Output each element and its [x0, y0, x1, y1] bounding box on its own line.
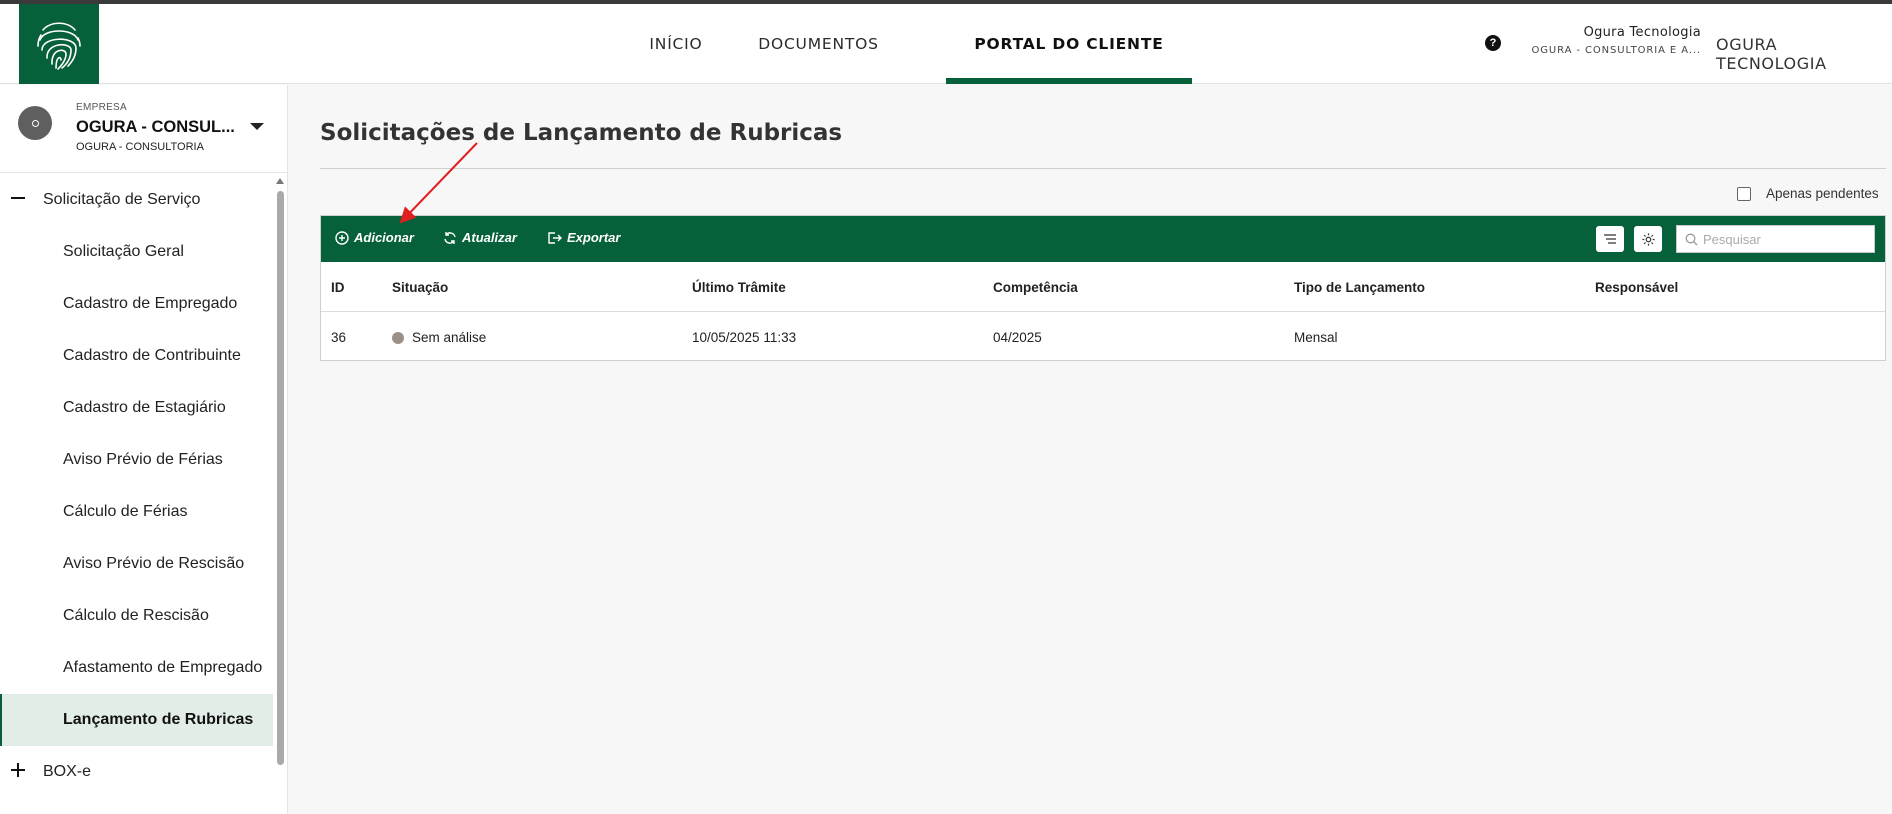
company-selector[interactable]: EMPRESA OGURA - CONSUL... OGURA - CONSUL… [0, 85, 287, 173]
title-divider [320, 168, 1886, 169]
search-input[interactable] [1703, 231, 1863, 247]
user-company: OGURA - CONSULTORIA E A... [1531, 45, 1701, 56]
status-label: Sem análise [412, 330, 487, 345]
column-header-ultimo-tramite[interactable]: Último Trâmite [692, 280, 786, 295]
tenant-name[interactable]: OGURA TECNOLOGIA [1716, 35, 1892, 73]
user-info[interactable]: Ogura Tecnologia OGURA - CONSULTORIA E A… [1532, 25, 1701, 56]
grid-settings-button[interactable] [1634, 226, 1662, 252]
menu-item-cadastro-de-empregado[interactable]: Cadastro de Empregado [0, 278, 273, 330]
refresh-icon [444, 231, 456, 244]
menu-item-afastamento-de-empregado[interactable]: Afastamento de Empregado [0, 642, 273, 694]
column-header-competencia[interactable]: Competência [993, 280, 1078, 295]
menu-group-solicitacao-de-servico[interactable]: Solicitação de Serviço [0, 174, 273, 226]
cell-last-step: 10/05/2025 11:33 [692, 330, 797, 345]
menu-item-cadastro-de-estagiario[interactable]: Cadastro de Estagiário [0, 382, 273, 434]
pending-only-label: Apenas pendentes [1766, 186, 1879, 201]
status-dot-icon [392, 331, 404, 344]
table-header: ID Situação Último Trâmite Competência T… [321, 262, 1885, 312]
menu-item-aviso-previo-de-rescisao[interactable]: Aviso Prévio de Rescisão [0, 538, 273, 590]
menu-item-cadastro-de-contribuinte[interactable]: Cadastro de Contribuinte [0, 330, 273, 382]
cell-period: 04/2025 [993, 330, 1042, 345]
menu-item-calculo-de-rescisao[interactable]: Cálculo de Rescisão [0, 590, 273, 642]
collapse-minus-icon[interactable] [11, 191, 25, 205]
menu-item-lancamento-de-rubricas[interactable]: Lançamento de Rubricas [0, 694, 273, 746]
pending-only-filter[interactable]: Apenas pendentes [1737, 186, 1879, 201]
cell-status: Sem análise [392, 330, 486, 345]
expand-plus-icon[interactable] [11, 763, 25, 777]
gear-icon [1641, 232, 1655, 246]
column-header-tipo-de-lancamento[interactable]: Tipo de Lançamento [1294, 280, 1425, 295]
export-button-label: Exportar [567, 230, 621, 245]
export-button[interactable]: Exportar [547, 230, 620, 245]
company-avatar [18, 106, 52, 140]
column-header-situacao[interactable]: Situação [392, 280, 448, 295]
nav-portal-do-cliente[interactable]: PORTAL DO CLIENTE [946, 4, 1192, 84]
cell-type: Mensal [1294, 330, 1338, 345]
menu-group-label: Solicitação de Serviço [43, 191, 201, 208]
add-button[interactable]: Adicionar [335, 230, 414, 245]
menu-item-calculo-de-ferias[interactable]: Cálculo de Férias [0, 486, 273, 538]
company-name: OGURA - CONSUL... [76, 118, 235, 136]
fingerprint-logo-icon[interactable] [19, 4, 99, 84]
sidebar-scrollbar[interactable] [277, 191, 284, 765]
sidebar: EMPRESA OGURA - CONSUL... OGURA - CONSUL… [0, 85, 288, 814]
column-header-id[interactable]: ID [331, 280, 345, 295]
menu-item-aviso-previo-de-ferias[interactable]: Aviso Prévio de Férias [0, 434, 273, 486]
menu-group-box-e[interactable]: BOX-e [0, 746, 273, 798]
refresh-button[interactable]: Atualizar [443, 230, 517, 245]
refresh-button-label: Atualizar [462, 230, 517, 245]
table-row[interactable]: 36 Sem análise 10/05/2025 11:33 04/2025 … [321, 313, 1885, 361]
top-header: INÍCIO DOCUMENTOS PORTAL DO CLIENTE ? Og… [0, 4, 1892, 84]
plus-circle-icon [335, 230, 349, 245]
export-icon [548, 231, 562, 244]
menu-group-label: BOX-e [43, 763, 92, 780]
help-icon[interactable]: ? [1485, 35, 1501, 51]
grid-search-box[interactable] [1676, 225, 1875, 253]
grid-toolbar: Adicionar Atualizar Exportar [321, 216, 1885, 262]
column-list-button[interactable] [1596, 226, 1624, 252]
nav-documentos[interactable]: DOCUMENTOS [736, 4, 901, 84]
pending-only-checkbox[interactable] [1737, 186, 1751, 201]
scroll-up-arrow-icon[interactable] [276, 178, 284, 184]
caret-down-icon[interactable] [250, 123, 264, 130]
user-name: Ogura Tecnologia [1583, 25, 1701, 40]
search-icon [1685, 233, 1698, 245]
list-lines-icon [1604, 234, 1616, 244]
column-header-responsavel[interactable]: Responsável [1595, 280, 1678, 295]
menu-item-solicitacao-geral[interactable]: Solicitação Geral [0, 226, 273, 278]
company-eyebrow: EMPRESA [76, 102, 128, 113]
requests-grid: Adicionar Atualizar Exportar ID Situação… [320, 215, 1886, 361]
add-button-label: Adicionar [354, 230, 414, 245]
page-title: Solicitações de Lançamento de Rubricas [320, 120, 843, 146]
sidebar-menu: Solicitação de Serviço Solicitação Geral… [0, 174, 273, 798]
company-subtitle: OGURA - CONSULTORIA [76, 141, 204, 153]
cell-id: 36 [331, 330, 347, 345]
